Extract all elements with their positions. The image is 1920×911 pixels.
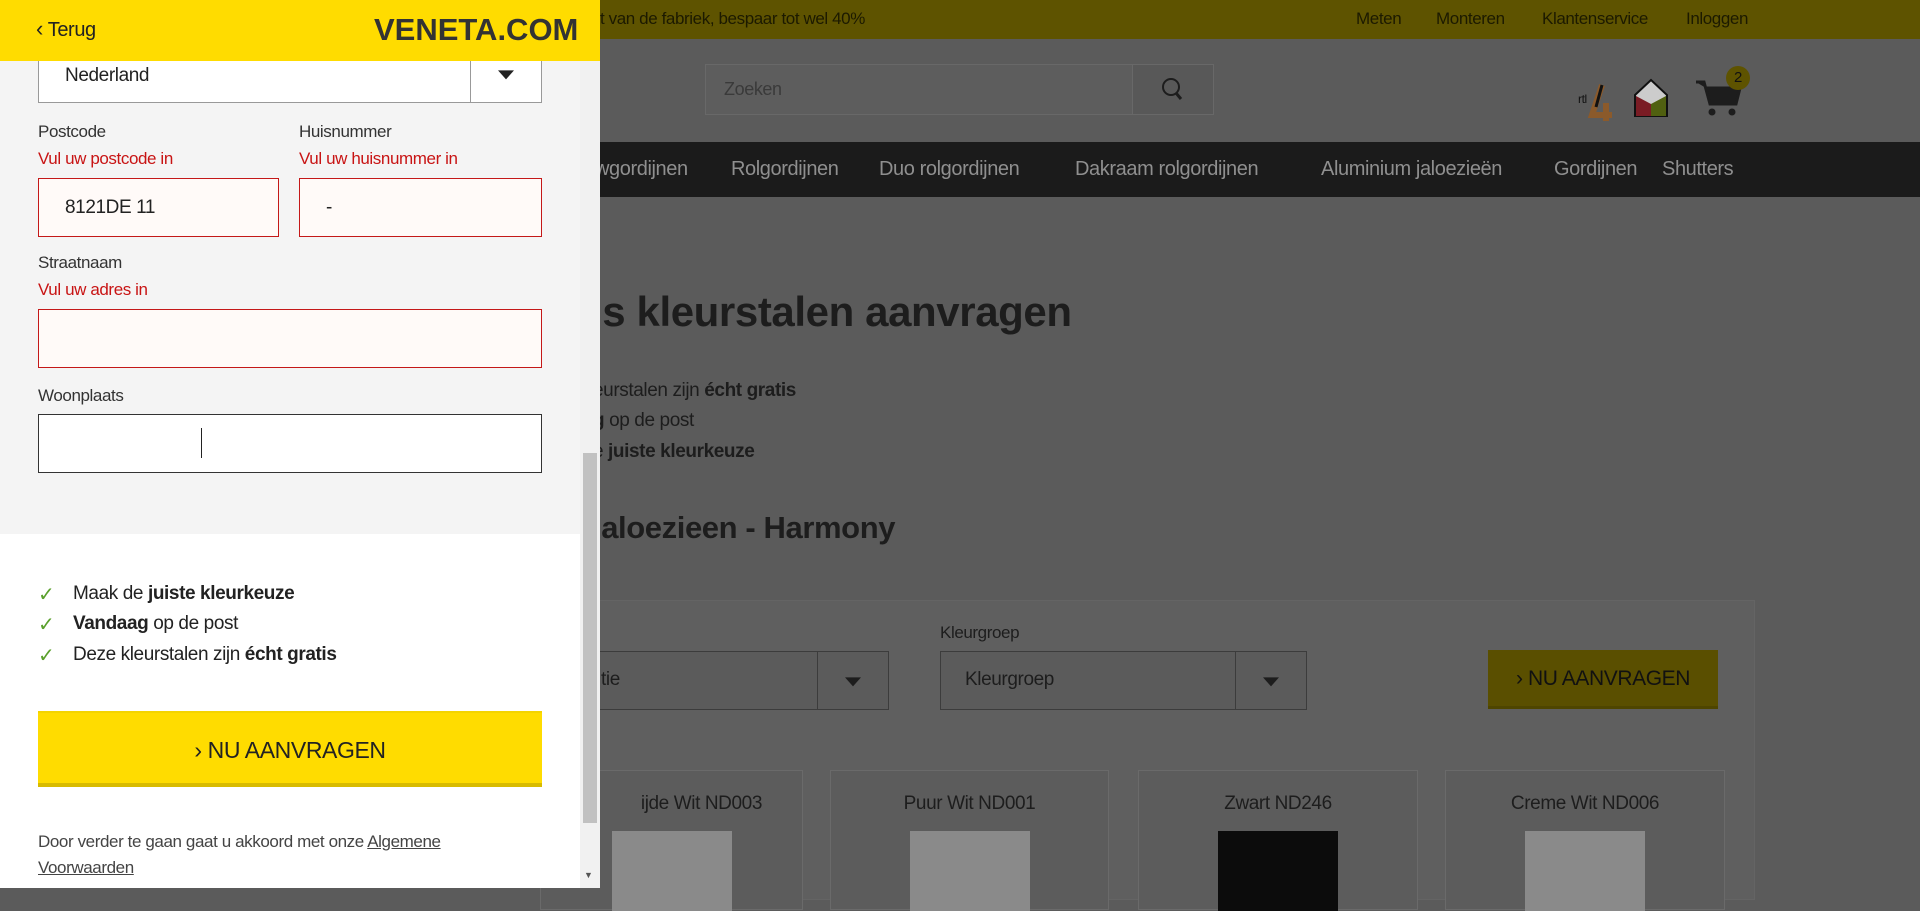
text-caret (201, 428, 202, 458)
cart-button[interactable]: 2 (1694, 66, 1750, 121)
postcode-error: Vul uw postcode in (38, 149, 173, 168)
search-button[interactable] (1132, 65, 1213, 114)
nav-item[interactable]: Shutters (1662, 158, 1734, 181)
straatnaam-label: Straatnaam (38, 253, 122, 272)
straatnaam-input[interactable] (38, 309, 542, 368)
section-title: jaloezieen - Harmony (593, 510, 896, 545)
nav-item[interactable]: Gordijnen (1554, 158, 1638, 181)
nav-item[interactable]: Rolgordijnen (731, 158, 839, 181)
chevron-down-icon (817, 652, 888, 709)
link-meten[interactable]: Meten (1356, 9, 1402, 29)
chevron-left-icon: ‹ (36, 16, 43, 41)
nu-aanvragen-button[interactable]: › NU AANVRAGEN (38, 711, 542, 787)
nav-item[interactable]: Dakraam rolgordijnen (1075, 158, 1259, 181)
house-logo-icon (1632, 78, 1672, 123)
link-inloggen[interactable]: Inloggen (1686, 9, 1748, 29)
kleurgroep-label: Kleurgroep (940, 623, 1020, 642)
postcode-label: Postcode (38, 122, 106, 141)
check-item: ✓ Deze kleurstalen zijn écht gratis (38, 644, 337, 667)
search-box[interactable]: Zoeken (705, 64, 1214, 115)
straatnaam-error: Vul uw adres in (38, 280, 148, 299)
link-klantenservice[interactable]: Klantenservice (1542, 9, 1648, 29)
woonplaats-label: Woonplaats (38, 386, 124, 405)
postcode-input[interactable]: 8121DE 11 (38, 178, 279, 237)
check-icon: ✓ (38, 614, 55, 636)
kleurgroep-select[interactable]: Kleurgroep (940, 651, 1307, 710)
nav-item[interactable]: Duo rolgordijnen (879, 158, 1020, 181)
terms-text: Door verder te gaan gaat u akkoord met o… (38, 832, 441, 877)
huisnummer-error: Vul uw huisnummer in (299, 149, 458, 168)
check-item: ✓ Vandaag op de post (38, 613, 238, 636)
check-item: ✓ Maak de juiste kleurkeuze (38, 583, 295, 606)
promo-text: t van de fabriek, bespaar tot wel 40% (600, 9, 865, 28)
sample-request-panel: ‹ Terug VENETA.COM Nederland Postcode Vu… (0, 0, 600, 888)
search-icon (1162, 78, 1183, 100)
swatch-card[interactable]: Zwart ND246 (1138, 770, 1418, 911)
collection-select[interactable]: tie (560, 651, 889, 710)
bullet: g op de post (593, 410, 694, 431)
veneta-logo: VENETA.COM (374, 12, 579, 47)
cart-count-badge: 2 (1726, 66, 1750, 90)
chevron-down-icon (1235, 652, 1306, 709)
chevron-right-icon: › (194, 737, 202, 763)
huisnummer-input[interactable]: - (299, 178, 542, 237)
nav-item[interactable]: Aluminium jaloezieën (1321, 158, 1502, 181)
nav-item[interactable]: wgordijnen (595, 158, 688, 181)
huisnummer-label: Huisnummer (299, 122, 392, 141)
panel-header: ‹ Terug VENETA.COM (0, 0, 600, 61)
swatch-card[interactable]: Puur Wit ND001 (830, 770, 1109, 911)
search-input[interactable]: Zoeken (724, 79, 782, 100)
bullet: e juiste kleurkeuze (593, 441, 755, 462)
scroll-down-arrow-icon[interactable]: ▼ (584, 870, 593, 880)
nu-aanvragen-button-bg[interactable]: › NU AANVRAGEN (1488, 650, 1718, 709)
check-icon: ✓ (38, 645, 55, 667)
rtl-text: rtl (1578, 92, 1587, 106)
link-monteren[interactable]: Monteren (1436, 9, 1505, 29)
check-icon: ✓ (38, 584, 55, 606)
scrollbar-thumb[interactable] (583, 453, 597, 823)
rtl4-logo: rtl (1578, 75, 1618, 126)
page-title: is kleurstalen aanvragen (591, 288, 1072, 335)
bullet: eurstalen zijn écht gratis (593, 380, 796, 401)
back-button[interactable]: ‹ Terug (36, 16, 96, 42)
swatch-card[interactable]: Creme Wit ND006 (1445, 770, 1725, 911)
woonplaats-input[interactable] (38, 414, 542, 473)
